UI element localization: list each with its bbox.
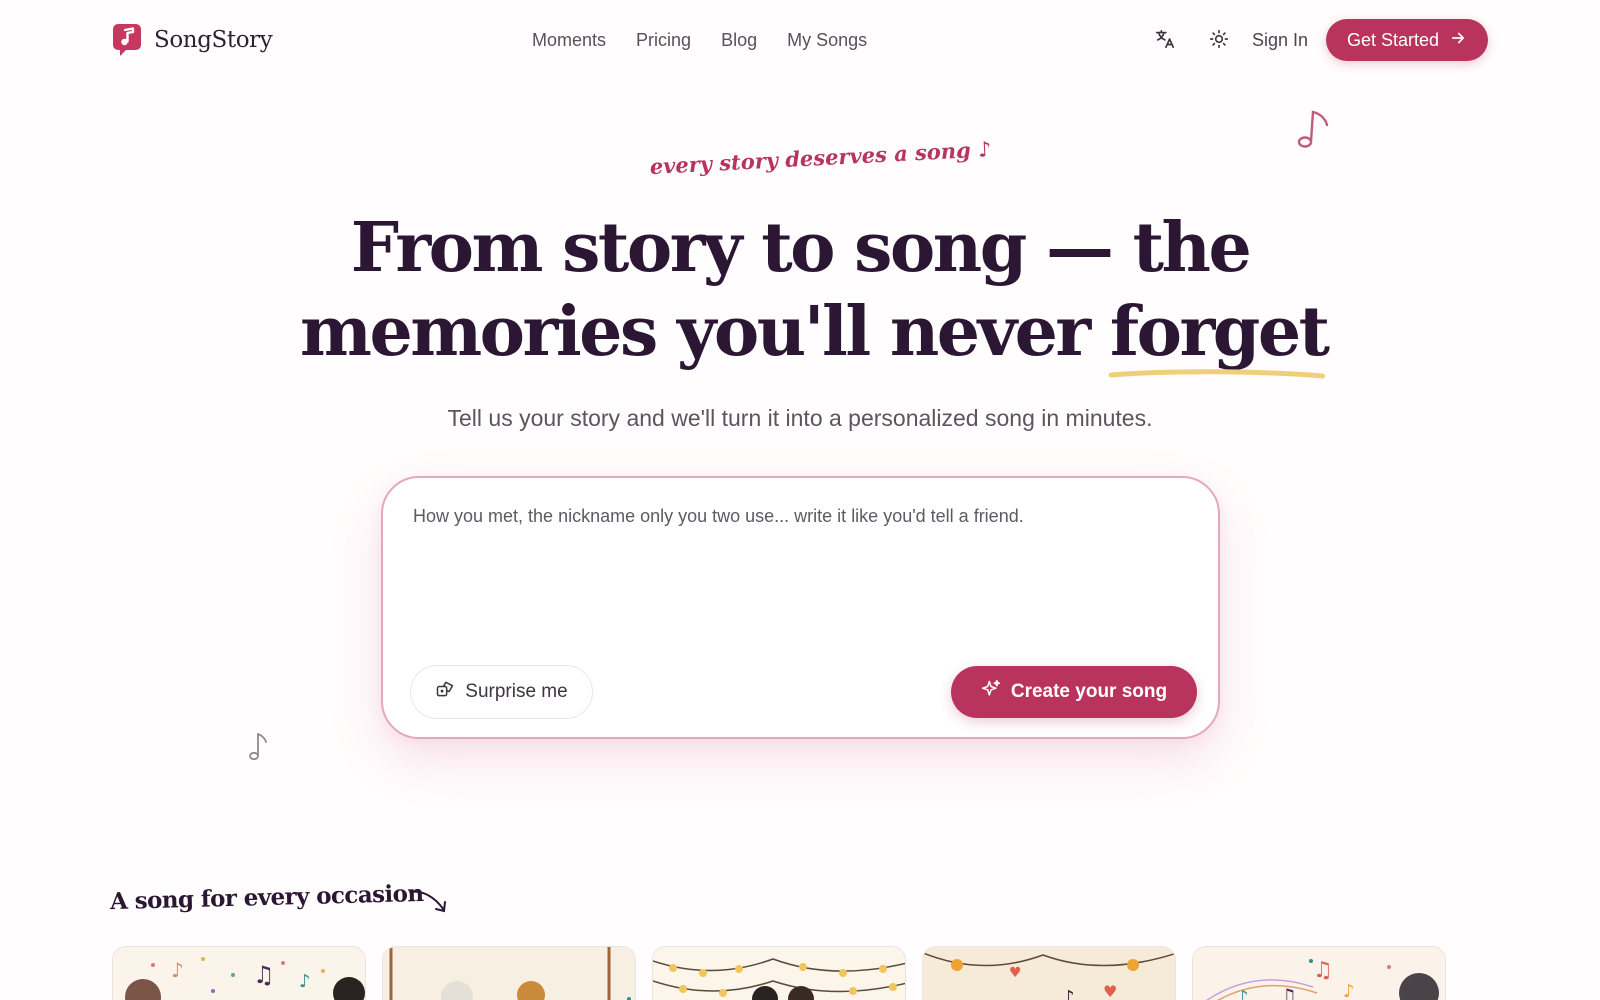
headline-line-2: memories you'll never forget xyxy=(300,290,1330,379)
dice-icon xyxy=(435,679,455,705)
hero-tagline: every story deserves a song ♪ xyxy=(649,136,993,180)
curved-arrow-icon xyxy=(408,886,450,921)
headline-line-2-text: memories you'll never xyxy=(300,292,1110,372)
svg-text:♪: ♪ xyxy=(299,971,311,992)
headline-highlight: forget xyxy=(1108,290,1330,379)
svg-text:♥: ♥ xyxy=(1103,982,1117,1000)
sparkle-icon xyxy=(981,679,1001,705)
surprise-me-button[interactable]: Surprise me xyxy=(410,665,593,719)
language-button[interactable] xyxy=(1152,27,1178,53)
hero-subtitle: Tell us your story and we'll turn it int… xyxy=(447,405,1153,431)
svg-text:♪: ♪ xyxy=(171,958,184,982)
occasion-card-1[interactable]: ♪ ♫ ♪ xyxy=(112,946,366,1000)
get-started-button[interactable]: Get Started xyxy=(1326,19,1488,61)
music-note-bubble-icon xyxy=(112,23,142,57)
occasion-card-5[interactable]: ♪ ♫ ♫ ♪ xyxy=(1192,946,1446,1000)
occasions-heading: A song for every occasion xyxy=(109,879,424,916)
svg-text:♫: ♫ xyxy=(1279,984,1297,1000)
occasion-card-2[interactable] xyxy=(382,946,636,1000)
music-note-decoration-icon xyxy=(248,731,272,768)
occasion-cards-row: ♪ ♫ ♪ ♥ ♥ ♪ ♪ ♫ ♫ ♪ xyxy=(112,946,1488,1000)
occasion-card-3[interactable] xyxy=(652,946,906,1000)
headline-line-1: From story to song — the xyxy=(350,208,1252,288)
svg-text:♥: ♥ xyxy=(1009,965,1022,981)
main-nav: Moments Pricing Blog My Songs xyxy=(532,28,867,52)
get-started-label: Get Started xyxy=(1346,29,1440,50)
occasion-card-4[interactable]: ♥ ♥ ♪ xyxy=(922,946,1176,1000)
translate-icon xyxy=(1154,28,1176,53)
nav-blog[interactable]: Blog xyxy=(721,28,757,52)
arrow-right-icon xyxy=(1449,29,1467,52)
svg-text:♫: ♫ xyxy=(253,961,275,989)
music-note-decoration-icon xyxy=(1296,107,1336,156)
brand-logo[interactable]: SongStory xyxy=(112,23,273,57)
story-textarea[interactable] xyxy=(413,506,1188,626)
create-song-button[interactable]: Create your song xyxy=(951,666,1197,718)
nav-pricing[interactable]: Pricing xyxy=(636,28,691,52)
site-header: SongStory Moments Pricing Blog My Songs … xyxy=(0,0,1600,80)
create-song-label: Create your song xyxy=(1010,681,1168,702)
sun-icon xyxy=(1208,28,1230,53)
headline-highlight-word: forget xyxy=(1109,292,1330,372)
nav-my-songs[interactable]: My Songs xyxy=(787,28,867,52)
highlight-underline xyxy=(1108,369,1325,379)
nav-moments[interactable]: Moments xyxy=(532,28,606,52)
hero-headline: From story to song — the memories you'll… xyxy=(300,206,1330,379)
theme-toggle-button[interactable] xyxy=(1206,27,1232,53)
story-input-card: Surprise me Create your song xyxy=(381,476,1220,739)
svg-text:♫: ♫ xyxy=(1313,958,1333,983)
svg-text:♪: ♪ xyxy=(1237,987,1249,1000)
svg-text:♪: ♪ xyxy=(1343,981,1355,1000)
brand-name: SongStory xyxy=(154,27,273,53)
sign-in-link[interactable]: Sign In xyxy=(1252,28,1308,52)
svg-text:♪: ♪ xyxy=(1063,987,1075,1000)
surprise-me-label: Surprise me xyxy=(465,681,568,702)
